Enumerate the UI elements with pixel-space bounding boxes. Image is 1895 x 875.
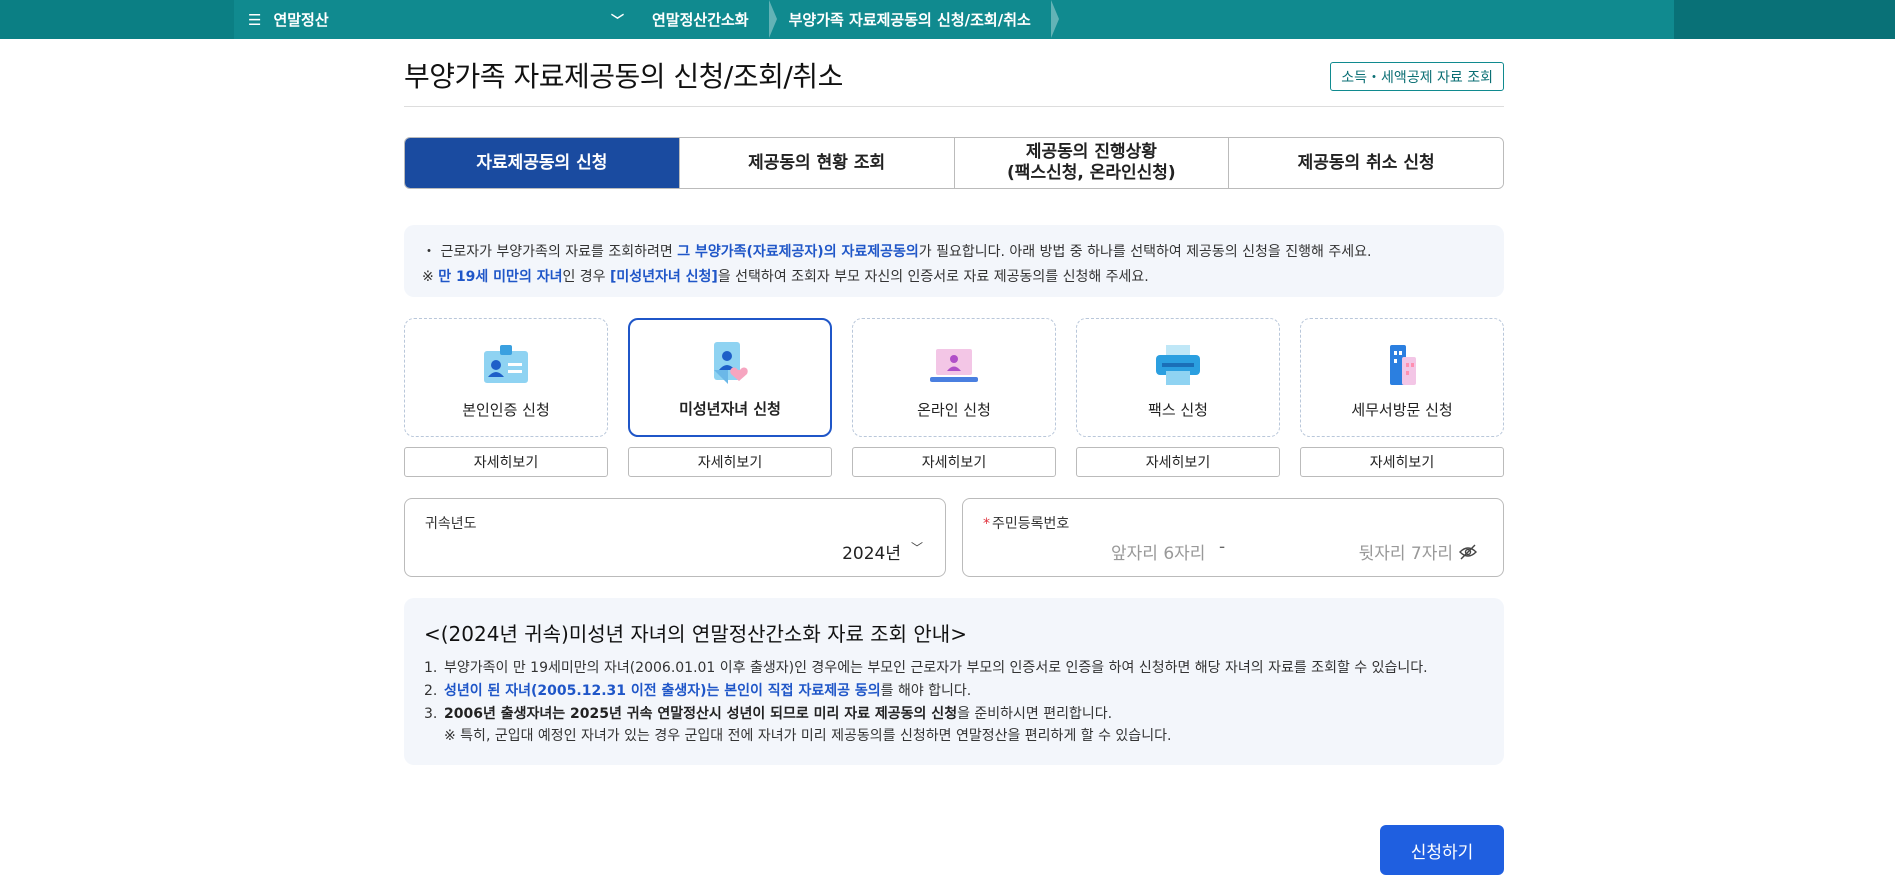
method-card-self-auth[interactable]: 본인인증 신청 — [404, 318, 608, 437]
guide-box: <(2024년 귀속)미성년 자녀의 연말정산간소화 자료 조회 안내> 1. 부… — [404, 598, 1504, 765]
tab-label: 자료제공동의 신청 — [476, 152, 608, 173]
top-navigation-bar: ☰ 연말정산 ﹀ 연말정산간소화 부양가족 자료제공동의 신청/조회/취소 — [0, 0, 1895, 39]
eye-off-icon[interactable] — [1459, 543, 1477, 561]
tab-label: 제공동의 현황 조회 — [748, 152, 886, 173]
resident-number-field: * 주민등록번호 앞자리 6자리 - 뒷자리 7자리 — [962, 498, 1504, 577]
guide-title: <(2024년 귀속)미성년 자녀의 연말정산간소화 자료 조회 안내> — [424, 622, 967, 646]
guide-item-1: 1. 부양가족이 만 19세미만의 자녀(2006.01.01 이후 출생자)인 … — [424, 660, 1428, 676]
tab-consent-progress[interactable]: 제공동의 진행상황 (팩스신청, 온라인신청) — [954, 138, 1230, 188]
method-label: 세무서방문 신청 — [1351, 401, 1453, 419]
guide-item-3-note: ※ 특히, 군입대 예정인 자녀가 있는 경우 군입대 전에 자녀가 미리 제공… — [444, 728, 1172, 744]
method-column: 세무서방문 신청 자세히보기 — [1300, 318, 1504, 477]
method-column: 미성년자녀 신청 자세히보기 — [628, 318, 832, 477]
building-icon — [1390, 345, 1416, 385]
rrn-back-placeholder: 뒷자리 7자리 — [1358, 544, 1453, 564]
method-card-minor-child[interactable]: 미성년자녀 신청 — [628, 318, 832, 437]
method-card-fax[interactable]: 팩스 신청 — [1076, 318, 1280, 437]
method-column: 본인인증 신청 자세히보기 — [404, 318, 608, 477]
tab-bar: 자료제공동의 신청 제공동의 현황 조회 제공동의 진행상황 (팩스신청, 온라… — [404, 137, 1504, 189]
guide-item-2: 2. 성년이 된 자녀(2005.12.31 이전 출생자)는 본인이 직접 자료… — [424, 683, 972, 699]
detail-button[interactable]: 자세히보기 — [1076, 447, 1280, 477]
method-label: 본인인증 신청 — [462, 401, 550, 419]
chevron-down-icon[interactable]: ﹀ — [611, 10, 624, 29]
breadcrumb-label: 부양가족 자료제공동의 신청/조회/취소 — [788, 11, 1031, 29]
method-label: 미성년자녀 신청 — [679, 400, 781, 418]
main-content: 부양가족 자료제공동의 신청/조회/취소 소득・세액공제 자료 조회 자료제공동… — [404, 39, 1504, 875]
notice-line-2: ※ 만 19세 미만의 자녀인 경우 [미성년자녀 신청]을 선택하여 조회자 … — [422, 269, 1149, 285]
rrn-front-input[interactable]: 앞자리 6자리 — [1111, 539, 1205, 564]
notice-line-1: ・ 근로자가 부양가족의 자료를 조회하려면 그 부양가족(자료제공자)의 자료… — [422, 244, 1372, 260]
method-column: 온라인 신청 자세히보기 — [852, 318, 1056, 477]
notice-box: ・ 근로자가 부양가족의 자료를 조회하려면 그 부양가족(자료제공자)의 자료… — [404, 225, 1504, 297]
deduction-lookup-button[interactable]: 소득・세액공제 자료 조회 — [1330, 62, 1504, 91]
guide-item-3: 3. 2006년 출생자녀는 2025년 귀속 연말정산시 성년이 되므로 미리 … — [424, 706, 1113, 722]
method-cards: 본인인증 신청 자세히보기 미성년자녀 신청 자세히보기 온라인 신청 자세히보… — [404, 318, 1504, 477]
fax-printer-icon — [1156, 345, 1200, 385]
rrn-label: * 주민등록번호 — [983, 516, 1070, 532]
detail-button[interactable]: 자세히보기 — [404, 447, 608, 477]
child-heart-icon — [714, 342, 748, 384]
tab-label: 제공동의 진행상황 (팩스신청, 온라인신청) — [1007, 142, 1176, 183]
title-row: 부양가족 자료제공동의 신청/조회/취소 소득・세액공제 자료 조회 — [404, 39, 1504, 107]
tab-consent-apply[interactable]: 자료제공동의 신청 — [405, 138, 680, 188]
topbar-left-bg — [0, 0, 234, 39]
rrn-back-input[interactable]: 뒷자리 7자리 — [1359, 539, 1477, 564]
tab-consent-cancel[interactable]: 제공동의 취소 신청 — [1229, 138, 1503, 188]
method-label: 팩스 신청 — [1148, 401, 1208, 419]
required-mark: * — [983, 516, 990, 532]
method-card-online[interactable]: 온라인 신청 — [852, 318, 1056, 437]
detail-button[interactable]: 자세히보기 — [628, 447, 832, 477]
hamburger-icon[interactable]: ☰ — [248, 11, 261, 29]
breadcrumb-label: 연말정산간소화 — [652, 11, 749, 29]
chevron-down-icon[interactable]: ﹀ — [911, 539, 923, 556]
menu-dropdown[interactable]: ☰ 연말정산 ﹀ — [234, 0, 632, 39]
id-card-icon — [484, 345, 528, 383]
rrn-dash: - — [1219, 537, 1226, 557]
breadcrumb-item-1[interactable]: 연말정산간소화 — [632, 0, 777, 39]
detail-button[interactable]: 자세히보기 — [1300, 447, 1504, 477]
nav-bar: ☰ 연말정산 ﹀ 연말정산간소화 부양가족 자료제공동의 신청/조회/취소 — [234, 0, 1674, 39]
laptop-icon — [930, 349, 978, 382]
topbar-right-bg — [1674, 0, 1895, 39]
year-label: 귀속년도 — [425, 516, 477, 532]
tab-consent-status[interactable]: 제공동의 현황 조회 — [679, 138, 955, 188]
method-label: 온라인 신청 — [917, 401, 991, 419]
detail-button[interactable]: 자세히보기 — [852, 447, 1056, 477]
year-value: 2024년 — [842, 544, 901, 564]
method-card-tax-office[interactable]: 세무서방문 신청 — [1300, 318, 1504, 437]
tab-label: 제공동의 취소 신청 — [1297, 152, 1435, 173]
menu-label: 연말정산 — [273, 11, 329, 29]
breadcrumb-item-2[interactable]: 부양가족 자료제공동의 신청/조회/취소 — [769, 0, 1060, 39]
submit-button[interactable]: 신청하기 — [1380, 825, 1504, 875]
guide-list: 1. 부양가족이 만 19세미만의 자녀(2006.01.01 이후 출생자)인 … — [424, 657, 1484, 747]
method-column: 팩스 신청 자세히보기 — [1076, 318, 1280, 477]
year-select[interactable]: 귀속년도 2024년 ﹀ — [404, 498, 946, 577]
page-title: 부양가족 자료제공동의 신청/조회/취소 — [404, 60, 843, 93]
